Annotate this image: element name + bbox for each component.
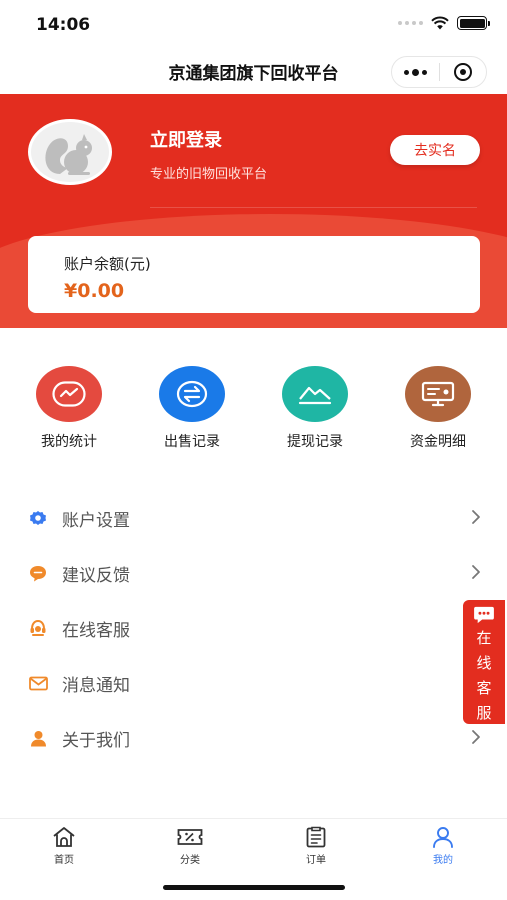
tab-mine[interactable]: 我的 bbox=[413, 825, 473, 866]
grid-label: 资金明细 bbox=[410, 434, 466, 450]
floating-service-label-4: 服 bbox=[476, 704, 492, 722]
floating-service-label-1: 在 bbox=[476, 629, 492, 647]
profile-subtitle: 专业的旧物回收平台 bbox=[150, 167, 268, 182]
grid-label: 我的统计 bbox=[41, 434, 97, 450]
menu-item-about-us[interactable]: 关于我们 bbox=[0, 710, 507, 765]
tab-orders[interactable]: 订单 bbox=[286, 825, 346, 866]
mountain-icon bbox=[282, 366, 348, 422]
battery-icon bbox=[457, 16, 490, 30]
more-icon[interactable] bbox=[392, 57, 439, 87]
home-icon bbox=[51, 825, 77, 849]
menu-item-notifications[interactable]: 消息通知 bbox=[0, 655, 507, 710]
squirrel-avatar-icon bbox=[45, 134, 92, 175]
monitor-icon bbox=[405, 366, 471, 422]
verify-identity-button[interactable]: 去实名 bbox=[390, 135, 480, 165]
floating-service-label-3: 客 bbox=[476, 679, 492, 697]
envelope-icon bbox=[28, 673, 48, 693]
chevron-right-icon bbox=[467, 562, 485, 582]
signal-icon bbox=[398, 21, 423, 25]
chart-icon bbox=[36, 366, 102, 422]
menu-label: 消息通知 bbox=[62, 676, 130, 696]
tab-label: 我的 bbox=[433, 855, 453, 866]
grid-label: 提现记录 bbox=[287, 434, 343, 450]
exchange-icon bbox=[159, 366, 225, 422]
chat-dots-icon bbox=[474, 606, 494, 624]
menu-item-account-settings[interactable]: 账户设置 bbox=[0, 490, 507, 545]
person-icon bbox=[28, 728, 48, 748]
menu-label: 在线客服 bbox=[62, 621, 130, 641]
login-link[interactable]: 立即登录 bbox=[150, 126, 222, 152]
balance-label: 账户余额(元) bbox=[64, 255, 151, 273]
nav-bar: 京通集团旗下回收平台 bbox=[0, 50, 507, 94]
menu-item-feedback[interactable]: 建议反馈 bbox=[0, 545, 507, 600]
balance-card[interactable]: 账户余额(元) ¥0.00 bbox=[28, 236, 480, 313]
menu-label: 建议反馈 bbox=[62, 566, 130, 586]
tab-label: 分类 bbox=[180, 855, 200, 866]
avatar[interactable] bbox=[28, 119, 112, 185]
gear-icon bbox=[28, 508, 48, 528]
tab-label: 首页 bbox=[54, 855, 74, 866]
home-indicator bbox=[163, 885, 345, 890]
chevron-right-icon bbox=[467, 507, 485, 527]
tab-category[interactable]: 分类 bbox=[160, 825, 220, 866]
tab-label: 订单 bbox=[306, 855, 326, 866]
ticket-icon bbox=[177, 825, 203, 849]
tab-home[interactable]: 首页 bbox=[34, 825, 94, 866]
balance-amount: ¥0.00 bbox=[64, 280, 125, 302]
chat-bubble-icon bbox=[28, 563, 48, 583]
grid-item-sales-records[interactable]: 出售记录 bbox=[142, 366, 242, 451]
status-bar: 14:06 bbox=[0, 0, 507, 50]
status-time: 14:06 bbox=[36, 15, 91, 35]
grid-item-withdrawal-records[interactable]: 提现记录 bbox=[265, 366, 365, 451]
header-divider bbox=[150, 207, 477, 208]
chevron-right-icon bbox=[467, 727, 485, 747]
grid-item-statistics[interactable]: 我的统计 bbox=[19, 366, 119, 451]
grid-label: 出售记录 bbox=[164, 434, 220, 450]
headset-icon bbox=[28, 618, 48, 638]
close-circle-icon[interactable] bbox=[440, 57, 486, 87]
profile-header: 立即登录 专业的旧物回收平台 去实名 账户余额(元) ¥0.00 bbox=[0, 94, 507, 328]
wifi-icon bbox=[431, 16, 449, 30]
grid-item-fund-details[interactable]: 资金明细 bbox=[388, 366, 488, 451]
mini-program-capsule bbox=[391, 56, 487, 88]
page: 14:06 京通集团旗下回收平台 立即登录 专业的旧物回收平台 去实名 账户余额… bbox=[0, 0, 507, 900]
floating-service-label-2: 线 bbox=[476, 654, 492, 672]
menu-label: 账户设置 bbox=[62, 511, 130, 531]
settings-menu: 账户设置 建议反馈 在线客服 消息通知 关于我们 bbox=[0, 490, 507, 765]
floating-service-button[interactable]: 在 线 客 服 bbox=[463, 600, 505, 724]
user-icon bbox=[430, 825, 456, 849]
clipboard-icon bbox=[303, 825, 329, 849]
tab-bar: 首页 分类 订单 我的 bbox=[0, 818, 507, 900]
menu-item-online-service[interactable]: 在线客服 bbox=[0, 600, 507, 655]
menu-label: 关于我们 bbox=[62, 731, 130, 751]
status-icons bbox=[398, 16, 490, 30]
feature-grid: 我的统计 出售记录 提现记录 资金明细 bbox=[0, 366, 507, 456]
